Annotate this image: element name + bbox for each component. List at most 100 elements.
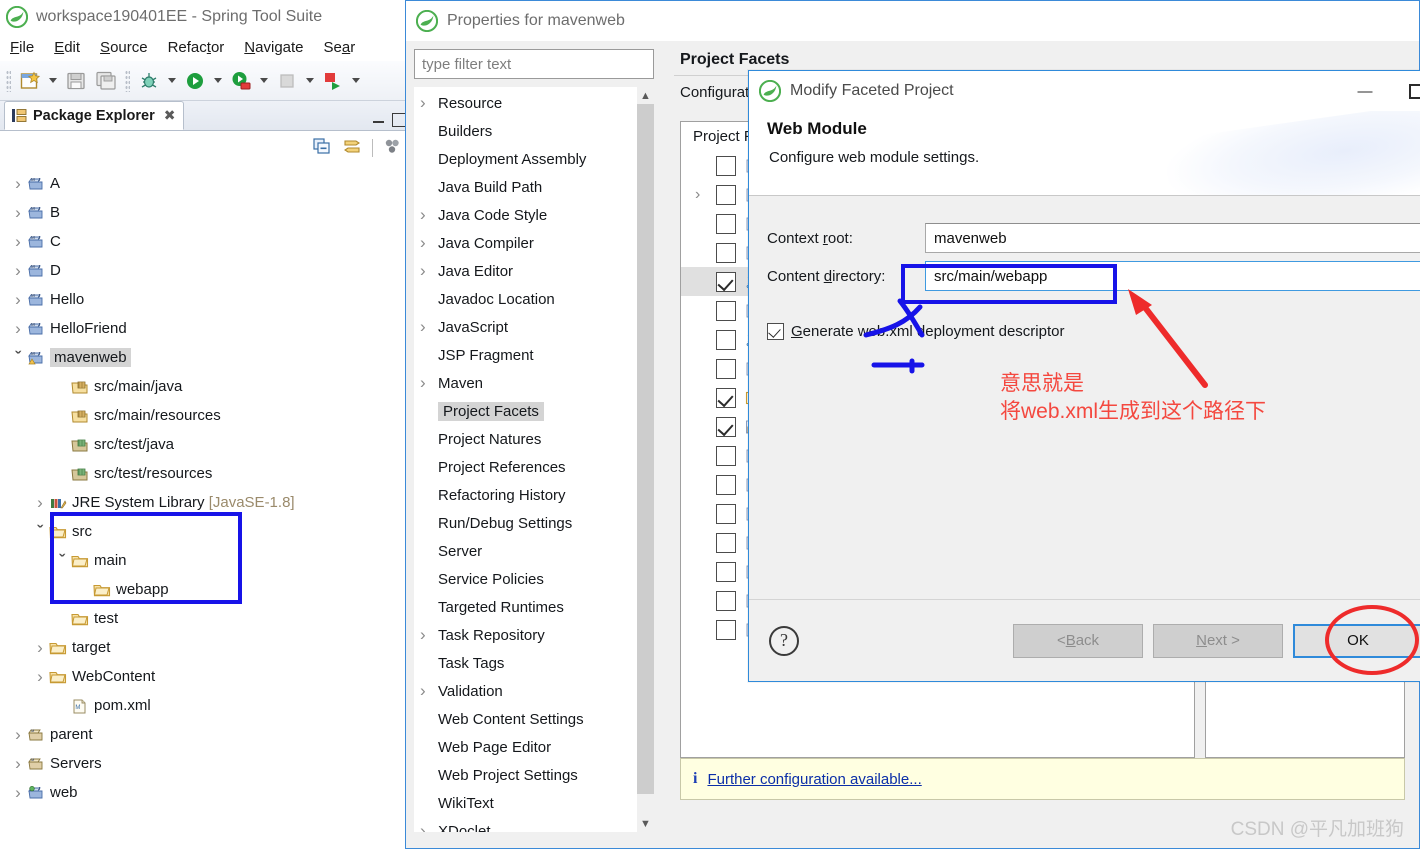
tree-item-webapp[interactable]: webapp: [0, 575, 409, 604]
chevron-right-icon[interactable]: ›: [420, 261, 438, 281]
further-configuration-link[interactable]: Further configuration available...: [707, 771, 921, 788]
run-dropdown-arrow[interactable]: [212, 68, 224, 94]
facet-checkbox[interactable]: [716, 619, 736, 640]
facet-checkbox[interactable]: [716, 184, 736, 205]
properties-page-java-compiler[interactable]: › Java Compiler: [414, 229, 654, 257]
menu-refactor[interactable]: Refactor: [168, 39, 225, 56]
link-with-editor-icon[interactable]: [342, 137, 362, 159]
chevron-down-icon[interactable]: ˇ: [54, 551, 70, 571]
tree-item-main[interactable]: ˇ main: [0, 546, 409, 575]
tree-item-mavenweb[interactable]: ˇ M Jmavenweb: [0, 343, 409, 372]
chevron-right-icon[interactable]: ›: [695, 186, 709, 204]
toolbar-grip[interactable]: [6, 69, 11, 92]
chevron-right-icon[interactable]: ›: [10, 203, 26, 223]
minimize-button[interactable]: —: [1344, 72, 1386, 110]
tree-item-hellofriend[interactable]: › M J HelloFriend: [0, 314, 409, 343]
run-server-dropdown-arrow[interactable]: [258, 68, 270, 94]
close-icon[interactable]: ✖: [164, 107, 176, 124]
tree-item-a[interactable]: › M J A: [0, 169, 409, 198]
minimize-icon[interactable]: [370, 112, 388, 128]
external-tools-icon[interactable]: [320, 68, 346, 94]
context-root-input[interactable]: mavenweb: [925, 223, 1420, 253]
facet-checkbox[interactable]: [716, 474, 736, 495]
chevron-right-icon[interactable]: ›: [10, 754, 26, 774]
maximize-button[interactable]: [1395, 72, 1420, 110]
debug-icon[interactable]: [136, 68, 162, 94]
properties-page-targeted-runtimes[interactable]: Targeted Runtimes: [414, 593, 654, 621]
tree-item-target[interactable]: › target: [0, 633, 409, 662]
chevron-down-icon[interactable]: ˇ: [32, 522, 48, 542]
properties-page-jsp-fragment[interactable]: JSP Fragment: [414, 341, 654, 369]
scrollbar-thumb[interactable]: [637, 104, 654, 794]
run-server-icon[interactable]: [228, 68, 254, 94]
tree-item-web[interactable]: › Jweb: [0, 778, 409, 807]
properties-page-javascript[interactable]: › JavaScript: [414, 313, 654, 341]
tree-item-webcontent[interactable]: › WebContent: [0, 662, 409, 691]
menu-edit[interactable]: Edit: [54, 39, 80, 56]
facet-checkbox[interactable]: [716, 387, 736, 408]
tree-item-servers[interactable]: › M Servers: [0, 749, 409, 778]
chevron-right-icon[interactable]: ›: [420, 625, 438, 645]
chevron-right-icon[interactable]: ›: [420, 205, 438, 225]
properties-page-javadoc-location[interactable]: Javadoc Location: [414, 285, 654, 313]
facet-checkbox[interactable]: [716, 561, 736, 582]
facet-checkbox[interactable]: [716, 503, 736, 524]
tree-item-c[interactable]: › M J C: [0, 227, 409, 256]
properties-page-project-facets[interactable]: Project Facets: [414, 397, 654, 425]
properties-page-service-policies[interactable]: Service Policies: [414, 565, 654, 593]
tree-item-parent[interactable]: › Mparent: [0, 720, 409, 749]
chevron-right-icon[interactable]: ›: [420, 821, 438, 832]
facet-checkbox[interactable]: [716, 445, 736, 466]
run-icon[interactable]: [182, 68, 208, 94]
maximize-icon[interactable]: [392, 113, 406, 127]
properties-page-validation[interactable]: › Validation: [414, 677, 654, 705]
generate-webxml-row[interactable]: Generate web.xml deployment descriptor: [767, 323, 1420, 340]
tree-item-test[interactable]: test: [0, 604, 409, 633]
facet-checkbox[interactable]: [716, 590, 736, 611]
properties-page-web-project-settings[interactable]: Web Project Settings: [414, 761, 654, 789]
chevron-right-icon[interactable]: ›: [10, 290, 26, 310]
external-tools-dropdown-arrow[interactable]: [350, 68, 362, 94]
properties-page-resource[interactable]: › Resource: [414, 89, 654, 117]
tree-item-src-test-resources[interactable]: src/test/resources: [0, 459, 409, 488]
properties-page-tree[interactable]: › Resource Builders Deployment Assembly Java…: [414, 87, 654, 832]
properties-page-maven[interactable]: › Maven: [414, 369, 654, 397]
properties-page-web-content-settings[interactable]: Web Content Settings: [414, 705, 654, 733]
chevron-right-icon[interactable]: ›: [10, 783, 26, 803]
generate-webxml-checkbox[interactable]: [767, 323, 784, 340]
tree-item-jre-system-library[interactable]: › JRE System Library [JavaSE-1.8]: [0, 488, 409, 517]
ok-button[interactable]: OK: [1293, 623, 1420, 658]
tree-item-pom-xml[interactable]: Mpom.xml: [0, 691, 409, 720]
chevron-down-icon[interactable]: ▼: [637, 815, 654, 832]
chevron-right-icon[interactable]: ›: [10, 232, 26, 252]
facet-checkbox[interactable]: [716, 329, 736, 350]
properties-page-web-page-editor[interactable]: Web Page Editor: [414, 733, 654, 761]
menu-source[interactable]: Source: [100, 39, 148, 56]
properties-page-project-natures[interactable]: Project Natures: [414, 425, 654, 453]
next-button[interactable]: Next >: [1153, 623, 1283, 658]
facet-checkbox[interactable]: [716, 213, 736, 234]
menu-navigate[interactable]: Navigate: [244, 39, 303, 56]
chevron-right-icon[interactable]: ›: [32, 493, 48, 513]
new-wizard-dropdown-arrow[interactable]: [47, 68, 59, 94]
tree-item-b[interactable]: › M J B: [0, 198, 409, 227]
properties-page-java-editor[interactable]: › Java Editor: [414, 257, 654, 285]
help-icon[interactable]: ?: [769, 625, 799, 656]
chevron-right-icon[interactable]: ›: [420, 681, 438, 701]
save-all-icon[interactable]: [93, 68, 119, 94]
tree-item-src[interactable]: ˇ src: [0, 517, 409, 546]
tab-package-explorer[interactable]: Package Explorer ✖: [4, 101, 185, 130]
chevron-right-icon[interactable]: ›: [32, 667, 48, 687]
facet-checkbox[interactable]: [716, 155, 736, 176]
view-menu-icon[interactable]: [383, 137, 403, 159]
filter-input[interactable]: type filter text: [414, 49, 654, 79]
properties-page-builders[interactable]: Builders: [414, 117, 654, 145]
properties-page-refactoring-history[interactable]: Refactoring History: [414, 481, 654, 509]
facet-checkbox[interactable]: [716, 271, 736, 292]
facet-checkbox[interactable]: [716, 300, 736, 321]
debug-dropdown-arrow[interactable]: [166, 68, 178, 94]
properties-page-run-debug-settings[interactable]: Run/Debug Settings: [414, 509, 654, 537]
chevron-right-icon[interactable]: ›: [420, 233, 438, 253]
facet-checkbox[interactable]: [716, 358, 736, 379]
chevron-up-icon[interactable]: ▲: [637, 87, 654, 104]
